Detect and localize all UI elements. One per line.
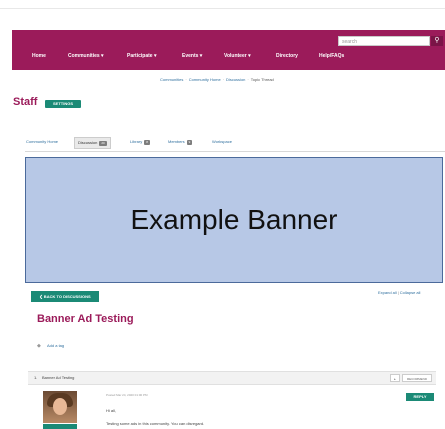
- top-divider: [0, 8, 445, 9]
- search-button[interactable]: ⚲: [431, 36, 443, 46]
- expand-message-button[interactable]: ▸: [390, 374, 400, 382]
- add-tag-link[interactable]: Add a tag: [47, 343, 64, 348]
- settings-button[interactable]: SETTINGS: [45, 100, 81, 108]
- back-to-discussions-button[interactable]: ❮ BACK TO DISCUSSIONS: [31, 291, 99, 302]
- nav-menu: Home Communities ▾ Participate ▾ Events …: [12, 50, 445, 62]
- tabs-divider: [25, 151, 445, 152]
- tab-workspace[interactable]: Workspace: [212, 137, 232, 147]
- magnifier-icon: ⚲: [434, 37, 440, 44]
- nav-item-help-faqs[interactable]: Help/FAQs: [319, 50, 344, 62]
- banner-ad[interactable]: Example Banner: [25, 157, 443, 283]
- tab-label: Library: [130, 139, 143, 144]
- tab-count-badge: 20: [99, 141, 107, 146]
- tag-icon: ◆: [37, 343, 41, 349]
- thread-message-bar: 1. Banner Ad Testing ▸ RECOMMEND: [28, 371, 436, 385]
- avatar-status-bar: [43, 424, 77, 429]
- tab-count-badge: 9: [186, 140, 193, 145]
- breadcrumb-discussion[interactable]: Discussion: [226, 77, 245, 82]
- tab-count-badge: 8: [144, 140, 150, 145]
- search-input[interactable]: search: [338, 36, 430, 46]
- tab-label: Discussion: [78, 140, 98, 145]
- thread-title: Banner Ad Testing: [37, 313, 134, 325]
- tab-library[interactable]: Library 8: [130, 137, 150, 147]
- nav-item-events[interactable]: Events ▾: [182, 50, 202, 62]
- tab-label: Community Home: [26, 139, 59, 144]
- collapse-all-link[interactable]: Collapse all: [400, 290, 421, 295]
- nav-item-participate[interactable]: Participate ▾: [127, 50, 156, 62]
- page-title: Staff: [13, 96, 38, 108]
- nav-item-communities[interactable]: Communities ▾: [68, 50, 104, 62]
- nav-item-directory[interactable]: Directory: [276, 50, 298, 62]
- tab-discussion[interactable]: Discussion 20: [74, 137, 111, 149]
- main-navigation-bar: search ⚲ Home Communities ▾ Participate …: [12, 30, 445, 70]
- message-number: 1.: [34, 375, 38, 380]
- recommend-button[interactable]: RECOMMEND: [402, 374, 432, 382]
- post-body-line: Hi all,: [106, 408, 117, 413]
- banner-text: Example Banner: [130, 204, 338, 235]
- tab-members[interactable]: Members 9: [168, 137, 193, 147]
- tab-label: Workspace: [212, 139, 232, 144]
- breadcrumb-communities[interactable]: Communities: [160, 77, 183, 82]
- message-title[interactable]: Banner Ad Testing: [42, 372, 74, 384]
- reply-button[interactable]: REPLY: [406, 393, 434, 401]
- expand-collapse-links: Expand all|Collapse all: [378, 290, 420, 295]
- avatar[interactable]: [43, 391, 77, 423]
- tab-label: Members: [168, 139, 185, 144]
- breadcrumb: Communities · Community Home · Discussion · To…: [160, 77, 274, 82]
- post-body-line: Testing some ads in this community. You …: [106, 421, 205, 426]
- avatar-face: [53, 398, 67, 415]
- nav-item-volunteer[interactable]: Volunteer ▾: [224, 50, 251, 62]
- nav-item-home[interactable]: Home: [32, 50, 46, 62]
- post-date: Posted Mar 24, 2020 01:00 PM: [106, 393, 148, 397]
- breadcrumb-community-home[interactable]: Community Home: [189, 77, 221, 82]
- expand-all-link[interactable]: Expand all: [378, 290, 397, 295]
- breadcrumb-topic-thread: Topic Thread: [250, 77, 274, 82]
- tab-community-home[interactable]: Community Home: [26, 137, 58, 147]
